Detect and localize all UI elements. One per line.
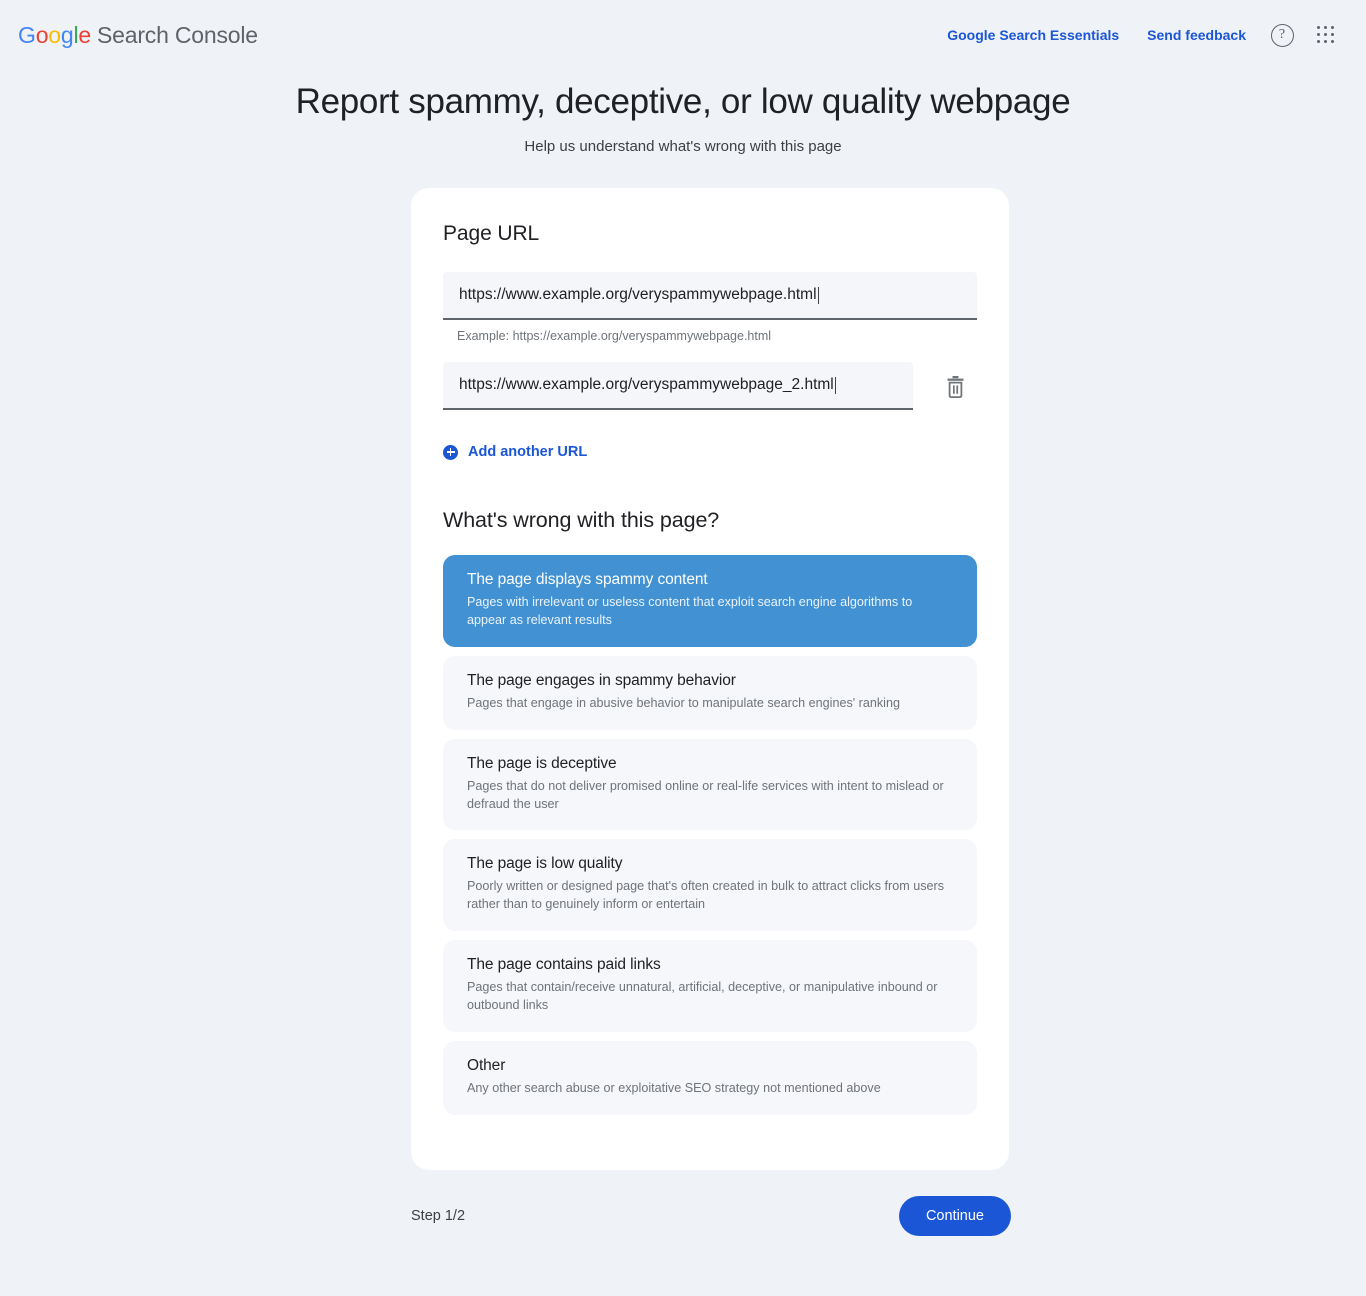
page-url-hint: Example: https://example.org/veryspammyw… [457,329,772,343]
product-name: Search Console [97,21,258,48]
option-other[interactable]: Other Any other search abuse or exploita… [443,1040,977,1115]
google-apps-button[interactable] [1304,13,1348,57]
top-bar-actions: Google Search Essentials Send feedback ? [933,13,1348,57]
top-app-bar: Google Search Console Google Search Esse… [0,0,1366,70]
option-title: The page contains paid links [467,956,661,974]
page-url-row-2: https://www.example.org/veryspammywebpag… [443,362,977,410]
logo-letter-o2: o [48,21,61,48]
option-spammy-behavior[interactable]: The page engages in spammy behavior Page… [443,655,977,730]
report-form-card: Page URL https://www.example.org/veryspa… [411,188,1009,1170]
logo-letter-o1: o [35,21,49,48]
option-title: The page displays spammy content [467,571,708,588]
logo-letter-e: e [78,21,91,48]
logo-letter-g2: g [60,21,74,48]
page-url-input-1[interactable]: https://www.example.org/veryspammywebpag… [443,272,977,320]
option-description: Poorly written or designed page that's o… [467,879,945,912]
add-another-url-label: Add another URL [468,444,588,460]
text-cursor [834,376,836,394]
page-url-input-2-value: https://www.example.org/veryspammywebpag… [459,376,834,393]
add-circle-icon [443,444,458,460]
option-title: The page is deceptive [467,754,617,772]
page-title: Report spammy, deceptive, or low quality… [295,82,1071,121]
option-low-quality[interactable]: The page is low quality Poorly written o… [443,839,977,932]
text-cursor [817,286,819,304]
page-url-heading: Page URL [443,222,540,245]
step-indicator: Step 1/2 [411,1208,466,1224]
page-subtitle: Help us understand what's wrong with thi… [524,138,842,155]
apps-grid-icon [1317,26,1335,44]
option-paid-links[interactable]: The page contains paid links Pages that … [443,940,977,1032]
help-circle-icon: ? [1270,23,1294,47]
option-spammy-content[interactable]: The page displays spammy content Pages w… [443,555,977,647]
logo-letter-g1: G [18,21,36,48]
option-description: Pages that contain/receive unnatural, ar… [467,980,938,1012]
form-footer: Step 1/2 Continue [411,1196,1011,1236]
option-deceptive[interactable]: The page is deceptive Pages that do not … [443,738,977,831]
option-description: Pages that engage in abusive behavior to… [467,695,900,710]
issue-options-list: The page displays spammy content Pages w… [443,555,977,1115]
google-wordmark: Google [18,22,91,49]
option-description: Pages that do not deliver promised onlin… [467,778,944,811]
option-title: Other [467,1056,506,1074]
help-button[interactable]: ? [1260,13,1304,57]
option-description: Any other search abuse or exploitative S… [467,1080,881,1095]
continue-button[interactable]: Continue [898,1196,1011,1236]
google-search-console-logo: Google Search Console [18,22,258,49]
delete-url-button[interactable] [935,366,975,406]
google-search-essentials-link[interactable]: Google Search Essentials [933,19,1133,51]
option-title: The page engages in spammy behavior [467,671,736,689]
page-url-input-2[interactable]: https://www.example.org/veryspammywebpag… [443,362,913,410]
page-url-input-1-value: https://www.example.org/veryspammywebpag… [459,286,817,303]
option-description: Pages with irrelevant or useless content… [467,595,913,627]
trash-icon [947,375,963,398]
question-heading: What's wrong with this page? [443,508,720,532]
add-another-url-button[interactable]: Add another URL [443,444,587,460]
option-title: The page is low quality [467,855,623,873]
send-feedback-link[interactable]: Send feedback [1133,19,1260,51]
